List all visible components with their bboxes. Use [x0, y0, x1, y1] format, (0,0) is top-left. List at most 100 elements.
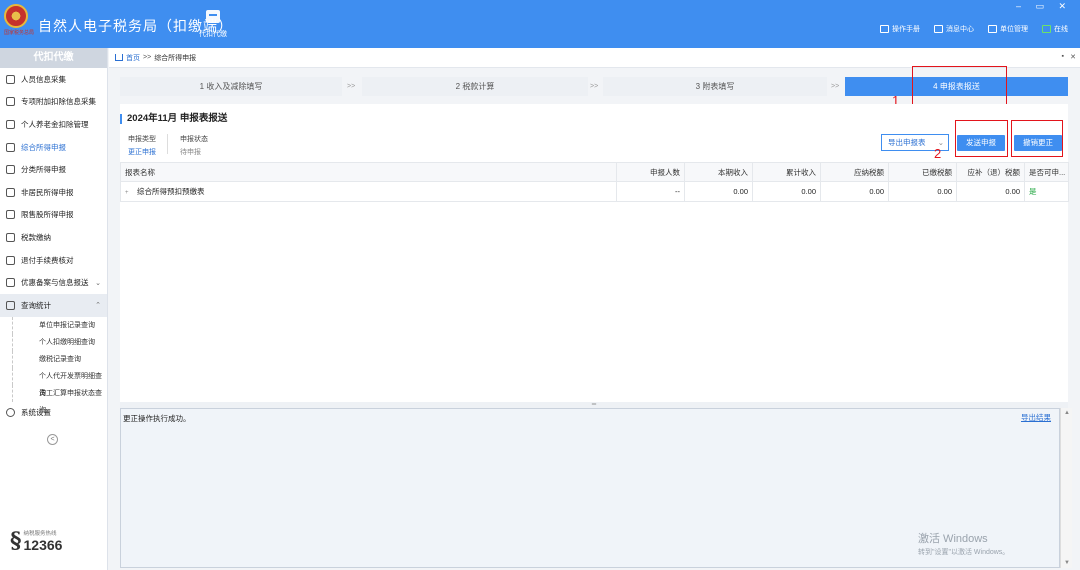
book-icon	[880, 25, 889, 33]
breadcrumb-home[interactable]: 首页	[126, 53, 140, 63]
watermark-line2: 转到"设置"以激活 Windows。	[918, 549, 1010, 556]
top-links: 操作手册 消息中心 单位管理 在线	[880, 24, 1068, 34]
divider	[167, 134, 168, 154]
report-status-value: 待申报	[180, 149, 201, 156]
sidebar-item-tax-payment[interactable]: 税款缴纳	[0, 226, 107, 249]
scroll-up-icon[interactable]: ▲	[1064, 410, 1070, 416]
report-title: 2024年11月 申报表报送	[120, 114, 227, 124]
export-result-link[interactable]: 导出结果	[1021, 412, 1051, 423]
unit-management-link[interactable]: 单位管理	[988, 24, 1028, 34]
sidebar-item-label: 查询统计	[21, 300, 51, 310]
report-type-label: 申报类型	[128, 136, 156, 143]
sidebar-item-person-info[interactable]: 人员信息采集	[0, 68, 107, 91]
sidebar-item-query[interactable]: 查询统计 ⌃	[0, 293, 107, 317]
step-arrow: >>	[347, 83, 356, 90]
annotation-box-1	[912, 66, 1007, 106]
sidebar-item-nonresident[interactable]: 非居民所得申报	[0, 181, 107, 204]
cell-count: --	[616, 181, 685, 202]
sidebar: 代扣代缴 人员信息采集 专项附加扣除信息采集 个人养老金扣除管理 综合所得申报 …	[0, 48, 108, 570]
window-controls[interactable]: – ▭ ✕	[1016, 1, 1072, 12]
top-nav-withholding[interactable]: 代扣代缴	[196, 10, 230, 39]
person-alt-icon	[6, 187, 15, 197]
expand-icon[interactable]: +	[125, 190, 131, 196]
layers-icon	[6, 142, 15, 152]
manual-label: 操作手册	[892, 26, 920, 33]
sidebar-collapse-button[interactable]: <	[47, 434, 58, 445]
sidebar-item-label: 优惠备案与信息报送	[21, 278, 89, 288]
sidebar-sub-personal-details[interactable]: 个人扣缴明细查询	[12, 333, 107, 351]
report-type-value: 更正申报	[128, 149, 156, 156]
report-name-text: 综合所得预扣预缴表	[137, 187, 205, 196]
sidebar-item-preferential[interactable]: 优惠备案与信息报送 ⌄	[0, 271, 107, 294]
close-tab-icon[interactable]: ✕	[1070, 53, 1076, 61]
scroll-down-icon[interactable]: ▼	[1064, 560, 1070, 566]
unit-label: 单位管理	[1000, 26, 1028, 33]
breadcrumb-current: 综合所得申报	[154, 54, 197, 62]
card-icon	[6, 119, 15, 129]
watermark-line1: 激活 Windows	[918, 533, 988, 545]
sidebar-item-pension[interactable]: 个人养老金扣除管理	[0, 113, 107, 136]
report-type: 申报类型 更正申报	[128, 134, 156, 157]
sidebar-item-label: 人员信息采集	[21, 74, 66, 84]
chevron-down-icon: ⌄	[95, 279, 101, 287]
message-center-link[interactable]: 消息中心	[934, 24, 974, 34]
sidebar-item-label: 税款缴纳	[21, 232, 51, 242]
tab-menu-icon[interactable]: ▪	[1062, 53, 1064, 60]
step-2[interactable]: 2 税款计算	[362, 77, 588, 96]
hotline-label: 纳税服务热线	[23, 531, 57, 537]
report-status-label: 申报状态	[180, 136, 208, 143]
building-icon	[988, 25, 997, 33]
doc-icon	[6, 278, 15, 288]
col-income: 本期收入	[684, 162, 753, 182]
person-icon	[6, 74, 15, 84]
message-label: 消息中心	[946, 26, 974, 33]
sidebar-item-fee-refund[interactable]: 退付手续费核对	[0, 249, 107, 272]
col-count: 申报人数	[616, 162, 685, 182]
log-scrollbar[interactable]: ▲ ▼	[1060, 408, 1072, 568]
title-bar: 国家税务总局 自然人电子税务局（扣缴端） 代扣代缴 – ▭ ✕ 操作手册 消息中…	[0, 0, 1080, 48]
chart-icon	[6, 210, 15, 220]
sidebar-sub-unit-records[interactable]: 单位申报记录查询	[12, 316, 107, 334]
step-arrow: >>	[590, 83, 599, 90]
search-icon	[6, 300, 15, 310]
sidebar-sub-payment-records[interactable]: 缴税记录查询	[12, 350, 107, 368]
folder-icon	[6, 232, 15, 242]
col-tax-payable: 应纳税额	[820, 162, 889, 182]
table-row[interactable]: + 综合所得预扣预缴表 -- 0.00 0.00 0.00 0.00 0.00 是	[120, 181, 1069, 202]
sidebar-item-settings[interactable]: 系统设置	[0, 402, 107, 425]
step-1[interactable]: 1 收入及减除填写	[120, 77, 342, 96]
manual-link[interactable]: 操作手册	[880, 24, 920, 34]
sidebar-item-restricted-stock[interactable]: 限售股所得申报	[0, 204, 107, 227]
report-card: 2024年11月 申报表报送 申报类型 更正申报 申报状态 待申报 导出申报表 …	[120, 104, 1069, 402]
sidebar-item-comprehensive-income[interactable]: 综合所得申报	[0, 136, 107, 159]
hotline-logo-icon: §	[10, 528, 22, 554]
sidebar-item-label: 系统设置	[21, 408, 51, 418]
step-3[interactable]: 3 附表填写	[603, 77, 827, 96]
monitor-icon	[1042, 25, 1051, 33]
export-report-label: 导出申报表	[888, 138, 926, 147]
sidebar-sub-invoice-details[interactable]: 个人代开发票明细查询	[12, 367, 107, 397]
table-header-row: 报表名称 申报人数 本期收入 累计收入 应纳税额 已缴税额 应补（退）税额 是否…	[120, 162, 1069, 182]
cell-tax-payable: 0.00	[820, 181, 889, 202]
sidebar-item-special-deduction[interactable]: 专项附加扣除信息采集	[0, 91, 107, 114]
wallet-icon	[206, 10, 220, 23]
hotline: § 纳税服务热线 12366	[10, 528, 62, 554]
sidebar-header: 代扣代缴	[0, 48, 107, 68]
col-cum-income: 累计收入	[752, 162, 821, 182]
sidebar-sub-settlement-status[interactable]: 员工汇算申报状态查询	[12, 384, 107, 414]
sidebar-item-classified-income[interactable]: 分类所得申报	[0, 158, 107, 181]
chevron-up-icon: ⌃	[95, 302, 101, 310]
annotation-box-2a	[955, 120, 1008, 157]
cell-can-file: 是	[1024, 181, 1069, 202]
windows-activation-watermark: 激活 Windows 转到"设置"以激活 Windows。	[918, 530, 1009, 557]
breadcrumb: 首页 >> 综合所得申报 ▪ ✕	[109, 48, 1080, 68]
list-icon	[6, 255, 15, 265]
clock-icon	[6, 165, 15, 175]
mail-icon	[934, 25, 943, 33]
online-status[interactable]: 在线	[1042, 24, 1068, 34]
annotation-number-2: 2	[934, 146, 942, 161]
cell-report-name[interactable]: + 综合所得预扣预缴表	[120, 181, 617, 202]
col-report-name: 报表名称	[120, 162, 617, 182]
report-status: 申报状态 待申报	[180, 134, 208, 157]
step-arrow: >>	[831, 83, 840, 90]
